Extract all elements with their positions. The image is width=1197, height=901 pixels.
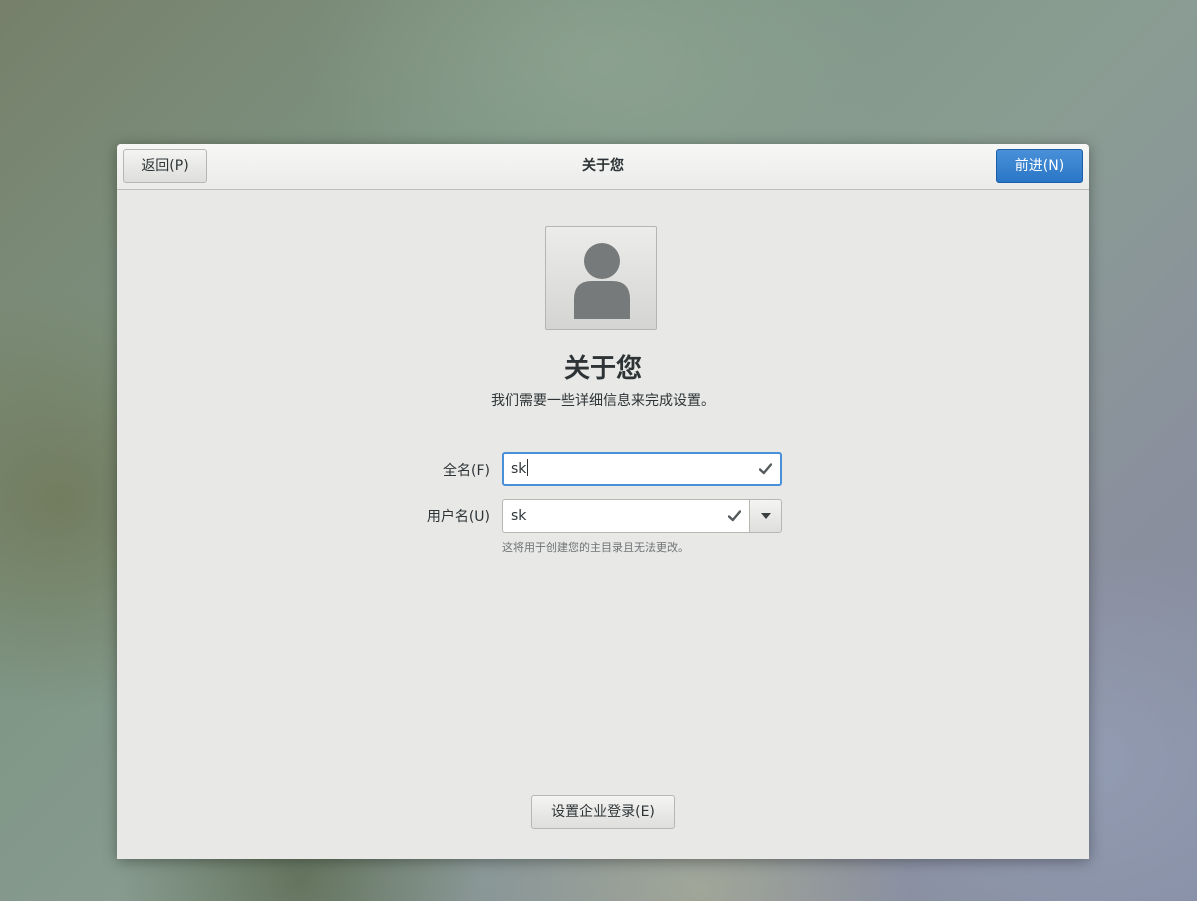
window-title: 关于您: [582, 158, 624, 174]
fullname-text: sk: [511, 461, 527, 477]
fullname-label: 全名(F): [443, 463, 490, 479]
username-label: 用户名(U): [426, 509, 490, 525]
fullname-input[interactable]: sk: [502, 452, 782, 486]
text-cursor: [527, 459, 529, 476]
avatar-button[interactable]: [545, 226, 657, 330]
user-avatar-icon: [574, 243, 630, 319]
page-title: 关于您: [563, 354, 642, 384]
checkmark-icon: [728, 510, 741, 522]
page-subtitle: 我们需要一些详细信息来完成设置。: [491, 393, 715, 409]
username-input[interactable]: sk: [502, 499, 749, 533]
username-dropdown-button[interactable]: [749, 499, 782, 533]
checkmark-icon: [759, 463, 772, 475]
enterprise-login-button[interactable]: 设置企业登录(E): [531, 795, 675, 829]
chevron-down-icon: [761, 513, 771, 519]
username-hint: 这将用于创建您的主目录且无法更改。: [502, 541, 689, 554]
username-value: sk: [511, 508, 527, 524]
header-bar: 返回(P) 关于您 前进(N): [117, 144, 1089, 190]
fullname-value: sk: [511, 454, 529, 484]
desktop-background: 返回(P) 关于您 前进(N) 关于您 我们需要一些详细信息来完成设置。 全名(…: [0, 0, 1197, 901]
setup-window: 返回(P) 关于您 前进(N) 关于您 我们需要一些详细信息来完成设置。 全名(…: [117, 144, 1089, 859]
next-button[interactable]: 前进(N): [996, 149, 1083, 183]
